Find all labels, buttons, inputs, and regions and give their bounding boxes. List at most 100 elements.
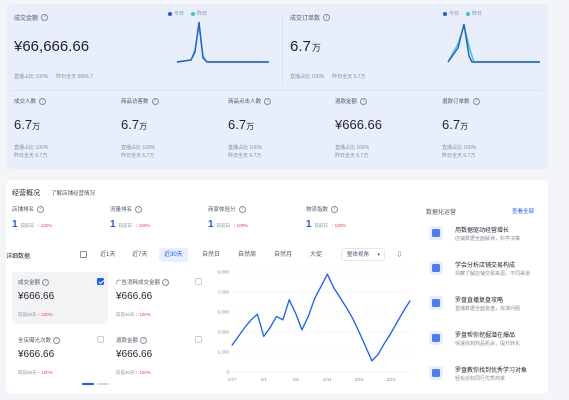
data-point	[237, 335, 239, 337]
y-tick-label: 1,000	[218, 350, 230, 355]
help-icon[interactable]: ?	[264, 97, 272, 105]
data-ops-panel: 数据化运营 查看全部 用数据驱动经营增长 店铺数据全面解读，科学决策 学会分析店…	[422, 186, 544, 391]
card-value: ¥666.66	[18, 291, 55, 302]
help-icon[interactable]: ?	[41, 14, 49, 21]
help-icon[interactable]: ?	[42, 278, 50, 286]
analysis-icon	[429, 261, 443, 275]
kpi-visitors[interactable]: 商品访客数? 6.7万 直播占比 100% 昨日全天 6.7万	[121, 94, 226, 166]
side-item[interactable]: 罗盘直播复盘攻略 直播数据全面复盘，找准问题	[426, 292, 544, 318]
data-point	[384, 342, 386, 344]
y-tick-label: 0	[226, 370, 229, 375]
section-title: 经营概况	[12, 190, 40, 197]
card-compare: 较前30天	[116, 312, 135, 317]
data-point	[326, 273, 328, 275]
help-icon[interactable]: ?	[151, 97, 159, 105]
help-icon[interactable]: ?	[360, 97, 368, 105]
help-icon[interactable]: ?	[53, 336, 61, 344]
side-item-desc: 直播数据全面复盘，找准问题	[455, 306, 521, 312]
side-item-desc: 店铺数据全面解读，科学决策	[455, 236, 521, 242]
side-item[interactable]: 罗盘帮你挖掘潜在爆品 快速找到商品机会，提升转化	[426, 327, 544, 353]
calendar-icon[interactable]	[80, 251, 87, 258]
kpi-refund-amount[interactable]: 退款金额? ¥666.66 直播占比 100% 昨日全天 6.7万	[335, 94, 440, 166]
tab-30d[interactable]: 近30天	[159, 248, 188, 262]
tab-natural-week[interactable]: 自然周	[233, 248, 261, 262]
metric-card-refund[interactable]: 退款金额? ¥666.66 较前30天 ↑ 100%	[110, 330, 206, 382]
side-item[interactable]: 用数据驱动经营增长 店铺数据全面解读，科学决策	[426, 222, 544, 248]
data-point	[320, 285, 322, 287]
pager-dot[interactable]	[82, 383, 94, 385]
data-point	[377, 353, 379, 355]
kpi-label: 退款订单数	[442, 99, 470, 105]
stat-value: 1	[208, 219, 214, 230]
stat-label: 物流指数	[306, 207, 329, 213]
side-item[interactable]: 罗盘教你找到优秀学习对象 轻松对标同行优秀商家	[426, 362, 544, 388]
stat-compare: 较前日	[216, 223, 231, 228]
metric-card-gmv[interactable]: 成交金额? ¥666.66 较前30天 ↑ 100%	[12, 272, 108, 324]
tab-natural-month[interactable]: 自然月	[269, 248, 297, 262]
kpi-gmv-live-share: 直播占比 100%	[14, 74, 49, 80]
chart-legend: 今日 昨日	[168, 10, 207, 17]
card-compare: 较前30天	[116, 370, 135, 375]
help-icon[interactable]: ?	[162, 278, 170, 286]
kpi-orders-label: 成交订单数	[290, 16, 321, 22]
stat-value: 1	[110, 219, 116, 230]
tab-promotion[interactable]: 大促	[305, 248, 327, 262]
help-icon[interactable]: ?	[238, 205, 246, 213]
metric-card-ad-gmv[interactable]: 广告消耗成交金额? ¥666.66 较前30天 ↑ 100%	[110, 272, 206, 324]
data-point	[282, 319, 284, 321]
card-label: 退款金额	[116, 338, 139, 344]
data-point	[314, 298, 316, 300]
data-point	[307, 315, 309, 317]
data-point	[301, 329, 303, 331]
kpi-refund-orders[interactable]: 退款订单数? 6.7万 直播占比 100% 昨日全天 6.7万	[442, 94, 547, 166]
card-delta: ↑ 100%	[135, 370, 151, 375]
card-checkbox[interactable]	[195, 336, 202, 343]
card-value: ¥666.66	[18, 349, 55, 360]
kpi-gmv-yesterday: 昨日全天 6666.7	[56, 74, 93, 80]
overview-link[interactable]: 了解店铺经营情况	[51, 189, 95, 197]
kpi-buyers[interactable]: 成交人数? 6.7万 直播占比 100% 昨日全天 6.7万	[14, 94, 119, 166]
kpi-clickers[interactable]: 商品点击人数? 6.7万 直播占比 100% 昨日全天 6.7万	[228, 94, 333, 166]
side-item-desc: 轻松对标同行优秀商家	[455, 376, 506, 382]
side-item-title: 学会分析店铺交易构成	[455, 263, 516, 269]
help-icon[interactable]: ?	[140, 336, 148, 344]
stat-experience-score: 商家体验分? 1 较前日 ↑ 100%	[208, 205, 248, 230]
kpi-yesterday: 昨日全天 6.7万	[14, 153, 48, 159]
card-compare: 较前30天	[18, 312, 37, 317]
help-icon[interactable]: ?	[37, 205, 45, 213]
view-all-link[interactable]: 查看全部	[512, 207, 534, 215]
kpi-unit: 万	[246, 122, 255, 131]
card-checkbox[interactable]	[97, 278, 104, 285]
y-tick-label: 3,000	[218, 330, 230, 335]
data-point	[256, 313, 258, 315]
card-checkbox[interactable]	[97, 336, 104, 343]
kpi-gmv[interactable]: 成交金额? ¥66,666.66 直播占比 100% 昨日全天 6666.7 今日…	[8, 4, 278, 88]
yesterday-legend-dot	[466, 11, 471, 16]
period-tabbar: 详细数据 近1天 近7天 近30天 自然日 自然周 自然月 大促 整体视角 ▾ ⇩	[6, 248, 406, 264]
help-icon[interactable]: ?	[331, 205, 339, 213]
side-item-desc: 洞察了解店铺交易来源，不同渠道	[455, 271, 531, 277]
today-legend-dot	[443, 11, 447, 16]
help-icon[interactable]: ?	[472, 97, 480, 105]
help-icon[interactable]: ?	[323, 14, 331, 21]
help-icon[interactable]: ?	[135, 205, 143, 213]
download-icon[interactable]: ⇩	[396, 250, 403, 259]
kpi-unit: 万	[139, 122, 148, 131]
tab-natural-day[interactable]: 自然日	[197, 248, 225, 262]
stat-label: 商家体验分	[208, 207, 236, 213]
side-item[interactable]: 学会分析店铺交易构成 洞察了解店铺交易来源，不同渠道	[426, 257, 544, 283]
x-tick-label: 2/16	[355, 377, 364, 382]
help-icon[interactable]: ?	[39, 97, 47, 105]
card-pager[interactable]	[82, 383, 109, 385]
pager-dot[interactable]	[97, 383, 109, 385]
metric-card-exposure[interactable]: 全店曝光次数? ¥666.66 较前30天 ↑ 100%	[12, 330, 108, 382]
tab-7d[interactable]: 近7天	[127, 248, 152, 262]
data-point	[250, 319, 252, 321]
user-search-icon	[429, 366, 443, 380]
card-checkbox[interactable]	[195, 278, 202, 285]
view-select[interactable]: 整体视角 ▾	[341, 248, 385, 261]
kpi-orders[interactable]: 成交订单数? 6.7万 直播占比 100% 昨日全天 6.7万 今日 昨日	[284, 4, 546, 88]
kpi-value: 6.7	[442, 117, 461, 132]
stat-value: 1	[12, 219, 18, 230]
tab-1d[interactable]: 近1天	[95, 248, 120, 262]
